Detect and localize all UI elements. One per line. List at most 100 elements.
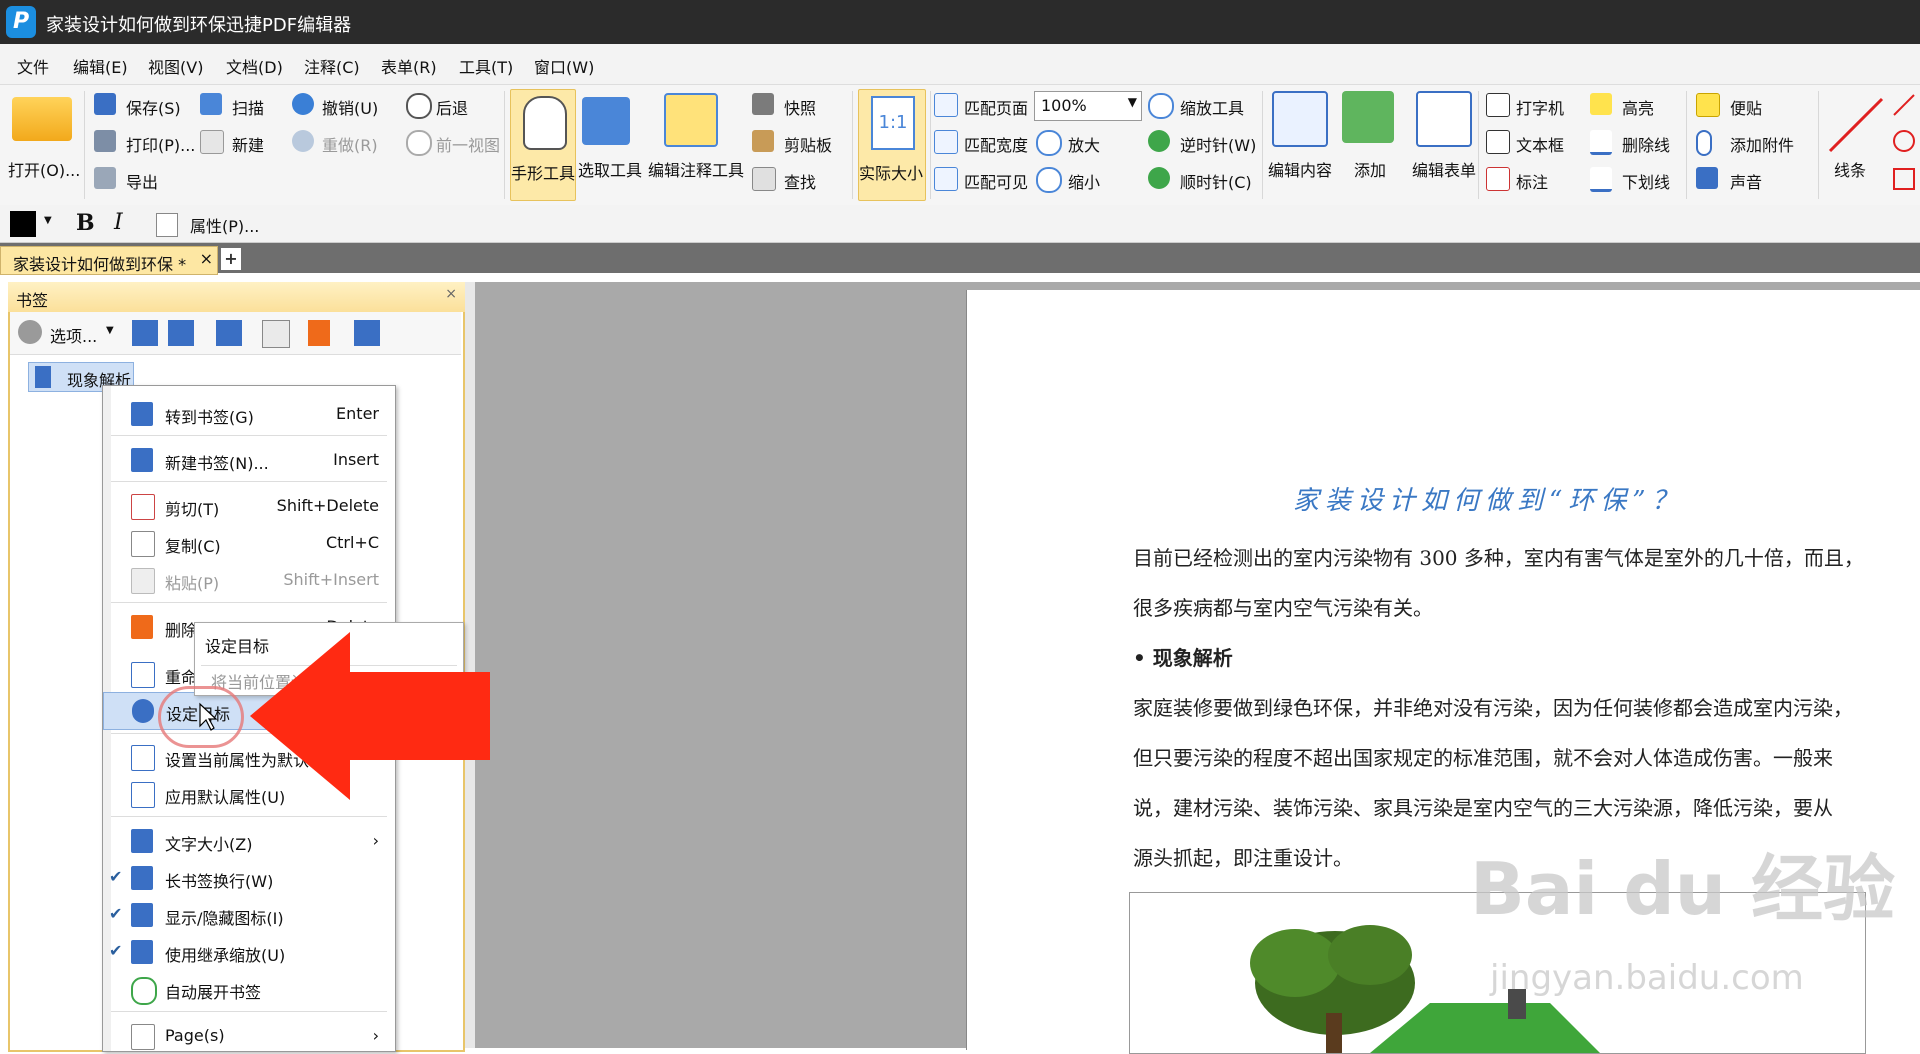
bookmark-properties-icon[interactable] bbox=[262, 320, 290, 348]
new-tab-button[interactable]: + bbox=[221, 248, 241, 270]
menu-inherit-zoom[interactable]: ✔ 使用继承缩放(U) bbox=[103, 934, 395, 970]
menu-tools[interactable]: 工具(T) bbox=[459, 54, 513, 78]
textbox-icon[interactable] bbox=[1486, 130, 1510, 154]
open-folder-icon[interactable] bbox=[12, 97, 72, 141]
menu-edit[interactable]: 编辑(E) bbox=[73, 54, 128, 78]
menu-view[interactable]: 视图(V) bbox=[148, 54, 203, 78]
properties-button[interactable]: 属性(P)... bbox=[190, 213, 259, 237]
snapshot-button[interactable]: 快照 bbox=[784, 95, 816, 119]
back-button[interactable]: 后退 bbox=[436, 95, 468, 119]
new-doc-icon[interactable] bbox=[200, 130, 224, 154]
save-icon[interactable] bbox=[94, 93, 116, 115]
find-button[interactable]: 查找 bbox=[784, 169, 816, 193]
select-text-icon[interactable] bbox=[582, 97, 630, 145]
actual-size-button[interactable]: 1:1 实际大小 bbox=[858, 89, 926, 201]
camera-icon[interactable] bbox=[752, 93, 774, 115]
document-tab[interactable]: 家装设计如何做到环保 * × bbox=[0, 246, 218, 275]
menu-wrap-long[interactable]: ✔ 长书签换行(W) bbox=[103, 860, 395, 896]
fit-visible-button[interactable]: 匹配可见 bbox=[964, 169, 1028, 193]
edit-form-icon[interactable] bbox=[1416, 91, 1472, 147]
callout-button[interactable]: 标注 bbox=[1516, 169, 1548, 193]
export-button[interactable]: 导出 bbox=[126, 169, 158, 193]
edit-content-icon[interactable] bbox=[1272, 91, 1328, 147]
gear-icon[interactable] bbox=[18, 320, 42, 344]
print-icon[interactable] bbox=[94, 130, 116, 152]
sticky-note-icon[interactable] bbox=[1696, 93, 1720, 117]
rotate-ccw-button[interactable]: 逆时针(W) bbox=[1180, 132, 1256, 156]
menu-text-size[interactable]: 文字大小(Z) › bbox=[103, 823, 395, 859]
bookmark-add-icon[interactable] bbox=[216, 320, 242, 346]
sound-button[interactable]: 声音 bbox=[1730, 169, 1762, 193]
sticky-button[interactable]: 便贴 bbox=[1730, 95, 1762, 119]
menu-window[interactable]: 窗口(W) bbox=[534, 54, 594, 78]
underline-button[interactable]: 下划线 bbox=[1622, 169, 1670, 193]
redo-icon[interactable] bbox=[292, 130, 314, 152]
fit-width-icon[interactable] bbox=[934, 130, 958, 154]
zoom-out-button[interactable]: 缩小 bbox=[1068, 169, 1100, 193]
close-icon[interactable]: × bbox=[445, 286, 457, 302]
close-icon[interactable]: × bbox=[200, 249, 213, 268]
trash-icon[interactable] bbox=[308, 320, 330, 346]
chevron-down-icon[interactable]: ▼ bbox=[106, 325, 114, 336]
scan-icon[interactable] bbox=[200, 93, 222, 115]
clipboard-icon[interactable] bbox=[752, 130, 774, 152]
bookmark-target-icon[interactable] bbox=[354, 320, 380, 346]
add-content-icon[interactable] bbox=[1342, 91, 1394, 143]
speaker-icon[interactable] bbox=[1696, 167, 1718, 189]
zoom-out-icon[interactable] bbox=[1036, 167, 1062, 193]
menu-cut[interactable]: 剪切(T) Shift+Delete bbox=[103, 488, 395, 524]
paperclip-icon[interactable] bbox=[1696, 130, 1712, 156]
zoom-tool-button[interactable]: 缩放工具 bbox=[1180, 95, 1244, 119]
menu-file[interactable]: 文件 bbox=[17, 54, 49, 78]
menu-comment[interactable]: 注释(C) bbox=[304, 54, 360, 78]
hand-tool-button[interactable]: 手形工具 bbox=[510, 89, 576, 201]
prev-view-button[interactable]: 前一视图 bbox=[436, 132, 500, 156]
shape-tools-icon[interactable] bbox=[1892, 91, 1918, 195]
color-swatch[interactable] bbox=[10, 211, 36, 237]
menu-document[interactable]: 文档(D) bbox=[226, 54, 283, 78]
bold-button[interactable]: B bbox=[76, 210, 95, 236]
menu-new-bookmark[interactable]: 新建书签(N)... Insert bbox=[103, 442, 395, 478]
typewriter-button[interactable]: 打字机 bbox=[1516, 95, 1564, 119]
rotate-ccw-icon[interactable] bbox=[1148, 130, 1170, 152]
zoom-select[interactable]: 100% ▼ bbox=[1034, 91, 1142, 121]
fit-width-button[interactable]: 匹配宽度 bbox=[964, 132, 1028, 156]
edit-form-button[interactable]: 编辑表单 bbox=[1412, 157, 1476, 181]
clipboard-button[interactable]: 剪贴板 bbox=[784, 132, 832, 156]
fit-page-button[interactable]: 匹配页面 bbox=[964, 95, 1028, 119]
textbox-button[interactable]: 文本框 bbox=[1516, 132, 1564, 156]
find-icon[interactable] bbox=[752, 167, 776, 191]
zoom-in-button[interactable]: 放大 bbox=[1068, 132, 1100, 156]
edit-annot-tool-button[interactable]: 编辑注释工具 bbox=[648, 157, 744, 181]
properties-icon[interactable] bbox=[156, 213, 178, 237]
menu-auto-expand[interactable]: 自动展开书签 bbox=[103, 971, 395, 1007]
rotate-cw-button[interactable]: 顺时针(C) bbox=[1180, 169, 1252, 193]
menu-copy[interactable]: 复制(C) Ctrl+C bbox=[103, 525, 395, 561]
bookmark-collapse-icon[interactable] bbox=[168, 320, 194, 346]
menu-paste[interactable]: 粘贴(P) Shift+Insert bbox=[103, 562, 395, 598]
prev-view-icon[interactable] bbox=[406, 130, 432, 156]
typewriter-icon[interactable] bbox=[1486, 93, 1510, 117]
add-button[interactable]: 添加 bbox=[1354, 157, 1386, 181]
highlight-icon[interactable] bbox=[1590, 93, 1612, 115]
chevron-down-icon[interactable]: ▼ bbox=[44, 215, 52, 226]
scan-button[interactable]: 扫描 bbox=[232, 95, 264, 119]
bookmark-expand-icon[interactable] bbox=[132, 320, 158, 346]
select-tool-button[interactable]: 选取工具 bbox=[578, 157, 642, 181]
strikeout-button[interactable]: 删除线 bbox=[1622, 132, 1670, 156]
menu-form[interactable]: 表单(R) bbox=[381, 54, 437, 78]
zoom-in-icon[interactable] bbox=[1036, 130, 1062, 156]
back-icon[interactable] bbox=[406, 93, 432, 119]
callout-icon[interactable] bbox=[1486, 167, 1510, 191]
fit-page-icon[interactable] bbox=[934, 93, 958, 117]
edit-content-button[interactable]: 编辑内容 bbox=[1268, 157, 1332, 181]
options-button[interactable]: 选项... bbox=[50, 323, 97, 347]
strikeout-icon[interactable] bbox=[1590, 130, 1612, 155]
edit-annotation-icon[interactable] bbox=[664, 93, 718, 147]
print-button[interactable]: 打印(P)... bbox=[126, 132, 195, 156]
open-button[interactable]: 打开(O)... bbox=[8, 157, 80, 181]
attach-button[interactable]: 添加附件 bbox=[1730, 132, 1794, 156]
fit-visible-icon[interactable] bbox=[934, 167, 958, 191]
menu-goto-bookmark[interactable]: 转到书签(G) Enter bbox=[103, 396, 395, 432]
italic-button[interactable]: I bbox=[114, 210, 123, 235]
